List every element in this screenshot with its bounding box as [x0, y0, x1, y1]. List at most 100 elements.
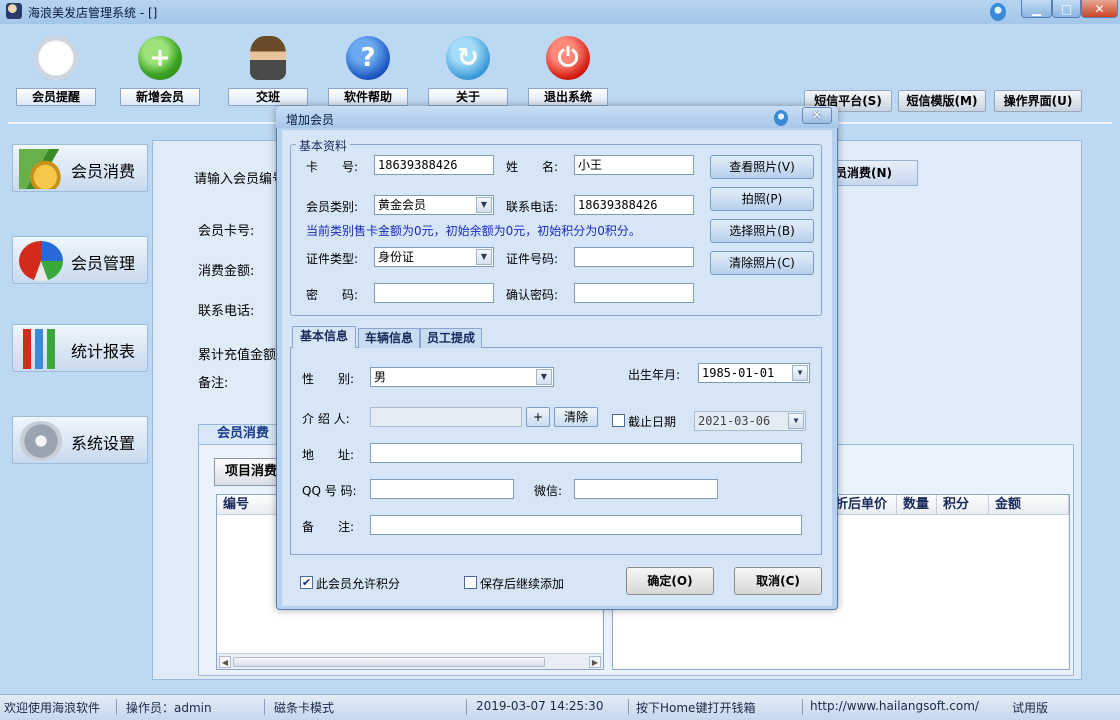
clear-referrer-button[interactable]: 清除 [554, 407, 598, 427]
toolbar-label: 新增会员 [120, 88, 200, 106]
cancel-button[interactable]: 取消(C) [734, 567, 822, 595]
qq-input[interactable] [370, 479, 514, 499]
bar-chart-icon [19, 329, 63, 369]
password-input[interactable] [374, 283, 494, 303]
name-input[interactable]: 小王 [574, 155, 694, 175]
maximize-icon: □ [1060, 1, 1073, 16]
toolbar-label: 交班 [228, 88, 308, 106]
toolbar-label: 退出系统 [528, 88, 608, 106]
id-no-label: 证件号码: [506, 252, 559, 266]
view-photo-button[interactable]: 查看照片(V) [710, 155, 814, 179]
column-header: 折后单价 [829, 495, 897, 515]
date-value: 2021-03-06 [698, 414, 771, 428]
operation-ui-button[interactable]: 操作界面(U) [994, 90, 1082, 112]
member-consume-button[interactable]: 员消费(N) [826, 160, 918, 186]
confirm-password-label: 确认密码: [506, 288, 559, 302]
id-type-select[interactable]: 身份证 ▼ [374, 247, 494, 267]
help-icon: ? [346, 36, 390, 80]
member-type-select[interactable]: 黄金会员 ▼ [374, 195, 494, 215]
dialog-title: 增加会员 [286, 113, 335, 127]
title-bar [0, 0, 1120, 24]
continue-add-checkbox[interactable] [464, 576, 477, 589]
card-no-input[interactable]: 18639388426 [374, 155, 494, 175]
confirm-password-input[interactable] [574, 283, 694, 303]
select-value: 黄金会员 [378, 198, 427, 212]
take-photo-button[interactable]: 拍照(P) [710, 187, 814, 211]
clock-icon [34, 36, 78, 80]
status-url[interactable]: http://www.hailangsoft.com/ [810, 699, 979, 713]
item-consume-button[interactable]: 项目消费 [214, 458, 284, 486]
toolbar-label: 软件帮助 [328, 88, 408, 106]
help-icon[interactable] [774, 110, 788, 126]
tab-basic-info[interactable]: 基本信息 [292, 326, 356, 348]
tab-vehicle-info[interactable]: 车辆信息 [358, 328, 420, 348]
nav-label: 系统设置 [71, 434, 136, 453]
contact-phone-label: 联系电话: [506, 200, 559, 214]
birth-date-picker[interactable]: 1985-01-01 ▼ [698, 363, 810, 383]
select-photo-button[interactable]: 选择照片(B) [710, 219, 814, 243]
status-datetime: 2019-03-07 14:25:30 [476, 699, 604, 713]
pie-chart-icon [19, 241, 63, 281]
chevron-down-icon[interactable]: ▼ [536, 369, 552, 385]
status-separator [802, 699, 803, 715]
status-operator: 操作员：admin [126, 701, 212, 715]
qq-label: QQ 号 码: [302, 484, 357, 498]
nav-member-consume[interactable]: 会员消费 [12, 144, 148, 192]
name-label: 姓 名: [506, 160, 559, 174]
maximize-button[interactable]: □ [1052, 0, 1081, 18]
address-input[interactable] [370, 443, 802, 463]
allow-points-checkbox[interactable]: ✔ [300, 576, 313, 589]
dialog-close-button[interactable]: ✕ [802, 107, 832, 124]
expiry-checkbox[interactable] [612, 414, 625, 427]
contact-phone-input[interactable]: 18639388426 [574, 195, 694, 215]
refresh-icon: ↻ [446, 36, 490, 80]
chevron-down-icon[interactable]: ▼ [788, 413, 804, 429]
scroll-right-icon[interactable]: ▶ [589, 656, 601, 668]
clear-photo-button[interactable]: 清除照片(C) [710, 251, 814, 275]
add-referrer-button[interactable]: + [526, 407, 550, 427]
help-icon[interactable] [990, 3, 1006, 21]
status-separator [264, 699, 265, 715]
nav-label: 会员消费 [71, 162, 136, 181]
nav-member-management[interactable]: 会员管理 [12, 236, 148, 284]
window-title: 海浪美发店管理系统 - [] [28, 6, 158, 20]
ok-button[interactable]: 确定(O) [626, 567, 714, 595]
wechat-input[interactable] [574, 479, 718, 499]
status-hint: 按下Home键打开钱箱 [636, 701, 756, 715]
column-header: 金额 [989, 495, 1069, 515]
status-separator [628, 699, 629, 715]
minimize-button[interactable]: ▁ [1021, 0, 1052, 18]
status-welcome: 欢迎使用海浪软件 [4, 701, 101, 715]
scrollbar-thumb[interactable] [233, 657, 545, 667]
remark-input[interactable] [370, 515, 802, 535]
allow-points-label: 此会员允许积分 [316, 577, 401, 591]
toolbar-label: 关于 [428, 88, 508, 106]
id-no-input[interactable] [574, 247, 694, 267]
nav-system-settings[interactable]: 系统设置 [12, 416, 148, 464]
tab-staff-commission[interactable]: 员工提成 [420, 328, 482, 348]
chevron-down-icon[interactable]: ▼ [476, 197, 492, 213]
nav-statistics-report[interactable]: 统计报表 [12, 324, 148, 372]
coins-icon [19, 149, 63, 189]
referrer-input[interactable] [370, 407, 522, 427]
gender-select[interactable]: 男 ▼ [370, 367, 554, 387]
expiry-label: 截止日期 [628, 415, 677, 429]
tab-member-consume[interactable]: 会员消费 [198, 424, 282, 444]
date-value: 1985-01-01 [702, 366, 775, 380]
wechat-label: 微信: [534, 484, 563, 498]
toolbar-label: 会员提醒 [16, 88, 96, 106]
scroll-left-icon[interactable]: ◀ [219, 656, 231, 668]
member-type-label: 会员类别: [306, 200, 359, 214]
remark-label: 备注: [198, 376, 229, 391]
chevron-down-icon[interactable]: ▼ [476, 249, 492, 265]
dialog-title-bar[interactable] [276, 106, 838, 128]
chevron-down-icon[interactable]: ▼ [792, 365, 808, 381]
nav-label: 会员管理 [71, 254, 136, 273]
remark-label: 备 注: [302, 520, 355, 534]
sms-template-button[interactable]: 短信模版(M) [898, 90, 986, 112]
recharge-total-label: 累计充值金额 [198, 348, 277, 363]
horizontal-scrollbar[interactable]: ◀ ▶ [217, 653, 603, 669]
expiry-date-picker[interactable]: 2021-03-06 ▼ [694, 411, 806, 431]
close-button[interactable]: ✕ [1081, 0, 1118, 18]
status-bar: 欢迎使用海浪软件 操作员：admin 磁条卡模式 2019-03-07 14:2… [0, 694, 1120, 720]
